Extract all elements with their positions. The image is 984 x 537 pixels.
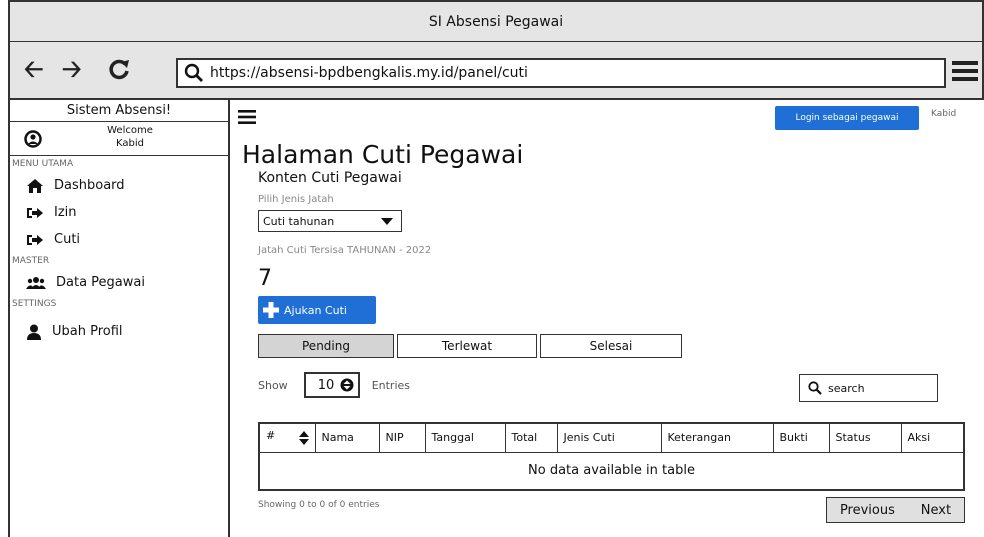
pagination: Previous Next bbox=[826, 497, 965, 523]
sidebar-title: Sistem Absensi! bbox=[10, 100, 228, 122]
search-icon bbox=[184, 63, 203, 82]
leave-type-select[interactable]: Cuti tahunan bbox=[258, 210, 402, 232]
users-icon bbox=[26, 276, 46, 289]
address-bar[interactable]: https://absensi-bpdbengkalis.my.id/panel… bbox=[176, 58, 946, 88]
url-text: https://absensi-bpdbengkalis.my.id/panel… bbox=[210, 65, 528, 81]
sort-icon bbox=[298, 431, 309, 445]
sign-in-icon bbox=[27, 234, 43, 245]
sidebar: Sistem Absensi! Welcome Kabid MENU UTAMA… bbox=[8, 100, 230, 537]
sidebar-item-label: Data Pegawai bbox=[56, 275, 145, 290]
status-tabs: Pending Terlewat Selesai bbox=[258, 334, 685, 358]
show-label: Show bbox=[258, 378, 288, 392]
leave-table: # Nama NIP Tanggal Total Jenis Cuti Kete… bbox=[258, 422, 965, 491]
col-bukti[interactable]: Bukti bbox=[773, 423, 830, 453]
sidebar-item-cuti[interactable]: Cuti bbox=[10, 226, 228, 253]
reload-icon[interactable] bbox=[106, 54, 132, 90]
col-number[interactable]: # bbox=[259, 423, 316, 453]
empty-table-message: No data available in table bbox=[528, 463, 695, 479]
section-settings: SETTINGS bbox=[12, 299, 57, 309]
previous-page-button[interactable]: Previous bbox=[840, 503, 895, 518]
quota-value: 7 bbox=[258, 266, 272, 291]
col-total[interactable]: Total bbox=[505, 423, 558, 453]
welcome-text: Welcome Kabid bbox=[70, 124, 190, 150]
table-header-row: # Nama NIP Tanggal Total Jenis Cuti Kete… bbox=[259, 423, 964, 453]
col-tanggal[interactable]: Tanggal bbox=[425, 423, 506, 453]
tab-terlewat[interactable]: Terlewat bbox=[397, 334, 537, 358]
sidebar-toggle-icon[interactable] bbox=[238, 110, 256, 127]
chevron-down-icon bbox=[381, 218, 393, 225]
welcome-label: Welcome bbox=[107, 125, 153, 136]
col-aksi[interactable]: Aksi bbox=[901, 423, 964, 453]
sidebar-item-data-pegawai[interactable]: Data Pegawai bbox=[10, 269, 228, 296]
page-title: Halaman Cuti Pegawai bbox=[242, 140, 524, 169]
col-jenis-cuti[interactable]: Jenis Cuti bbox=[557, 423, 662, 453]
sidebar-item-label: Cuti bbox=[54, 232, 81, 247]
col-status[interactable]: Status bbox=[829, 423, 902, 453]
leave-type-label: Pilih Jenis Jatah bbox=[258, 194, 334, 205]
main-content: Login sebagai pegawai Kabid Halaman Cuti… bbox=[232, 100, 984, 537]
user-role-label: Kabid bbox=[931, 109, 957, 119]
sidebar-item-label: Dashboard bbox=[54, 178, 125, 193]
table-search-input[interactable]: search bbox=[799, 374, 938, 402]
submit-leave-label: Ajukan Cuti bbox=[284, 303, 347, 317]
entries-stepper[interactable]: 10 bbox=[303, 372, 360, 398]
sidebar-item-label: Ubah Profil bbox=[52, 324, 123, 339]
sidebar-item-dashboard[interactable]: Dashboard bbox=[10, 172, 228, 199]
sidebar-item-izin[interactable]: Izin bbox=[10, 199, 228, 226]
section-menu-utama: MENU UTAMA bbox=[12, 159, 74, 169]
stepper-arrows-icon bbox=[340, 378, 354, 392]
tab-selesai[interactable]: Selesai bbox=[540, 334, 682, 358]
entries-control: Show 10 Entries bbox=[258, 372, 410, 398]
plus-icon bbox=[263, 302, 279, 318]
table-info: Showing 0 to 0 of 0 entries bbox=[258, 500, 380, 510]
entries-label: Entries bbox=[371, 378, 410, 392]
entries-value: 10 bbox=[317, 377, 335, 393]
page-subtitle: Konten Cuti Pegawai bbox=[258, 170, 402, 186]
browser-menu-icon[interactable] bbox=[952, 59, 978, 86]
col-nama[interactable]: Nama bbox=[315, 423, 380, 453]
search-icon bbox=[808, 381, 822, 395]
next-page-button[interactable]: Next bbox=[921, 503, 951, 518]
leave-type-value: Cuti tahunan bbox=[263, 214, 335, 228]
submit-leave-button[interactable]: Ajukan Cuti bbox=[258, 296, 376, 324]
sign-in-icon bbox=[27, 207, 43, 218]
col-nip[interactable]: NIP bbox=[379, 423, 426, 453]
login-as-employee-button[interactable]: Login sebagai pegawai bbox=[775, 106, 919, 130]
home-icon bbox=[27, 178, 43, 193]
col-keterangan[interactable]: Keterangan bbox=[661, 423, 774, 453]
tab-pending[interactable]: Pending bbox=[258, 334, 394, 358]
search-placeholder: search bbox=[828, 381, 865, 395]
window-title: SI Absensi Pegawai bbox=[428, 13, 564, 30]
sidebar-item-ubah-profil[interactable]: Ubah Profil bbox=[10, 318, 228, 345]
back-arrow-icon[interactable]: 🡠 bbox=[24, 54, 43, 84]
user-panel: Welcome Kabid bbox=[10, 122, 228, 156]
col-number-label: # bbox=[266, 429, 276, 442]
browser-toolbar: 🡠 🡢 https://absensi-bpdbengkalis.my.id/p… bbox=[8, 42, 984, 100]
window-titlebar: SI Absensi Pegawai bbox=[8, 0, 984, 42]
welcome-username: Kabid bbox=[116, 138, 144, 149]
user-avatar-icon bbox=[24, 130, 42, 151]
forward-arrow-icon[interactable]: 🡢 bbox=[62, 54, 81, 84]
sidebar-item-label: Izin bbox=[54, 205, 77, 220]
quota-label: Jatah Cuti Tersisa TAHUNAN - 2022 bbox=[258, 245, 432, 256]
section-master: MASTER bbox=[12, 256, 50, 266]
table-row: No data available in table bbox=[259, 452, 964, 490]
user-icon bbox=[27, 324, 41, 340]
